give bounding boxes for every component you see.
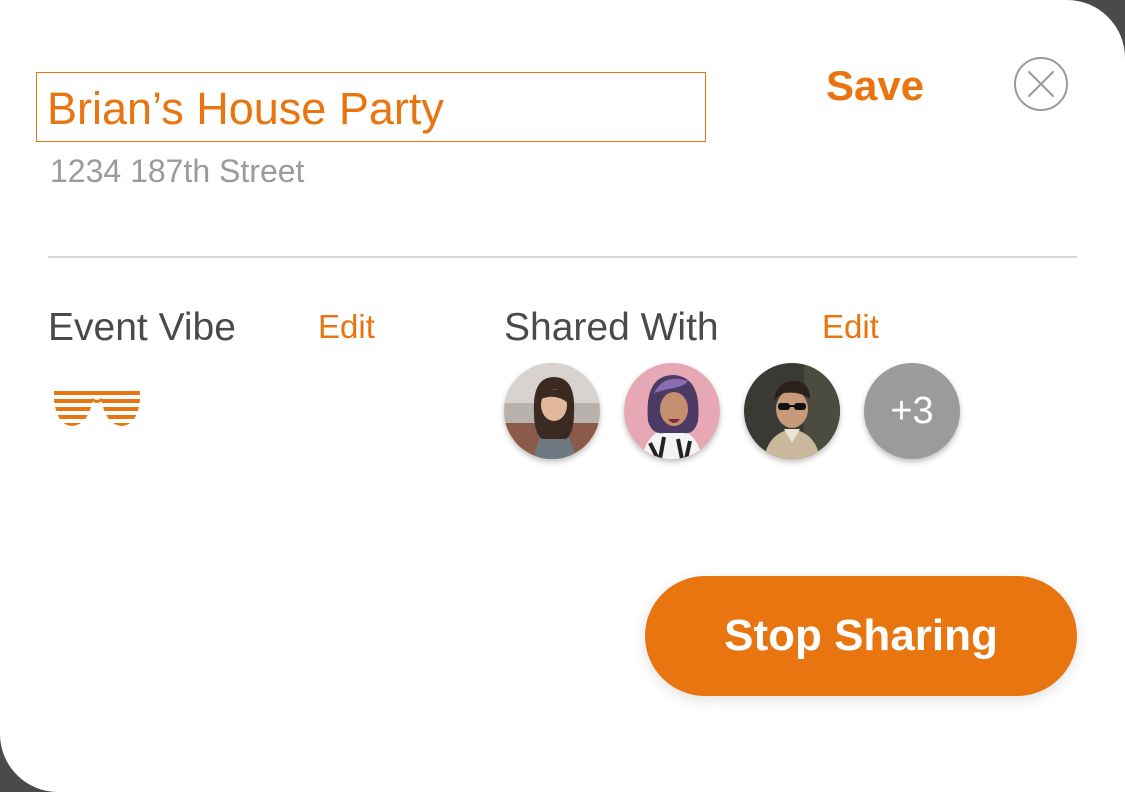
divider <box>48 256 1077 258</box>
event-vibe-label: Event Vibe <box>48 306 236 349</box>
event-title-text: Brian’s House Party <box>47 83 444 134</box>
avatar-shared-1[interactable] <box>504 363 600 459</box>
close-icon[interactable] <box>1013 56 1069 112</box>
save-button[interactable]: Save <box>826 62 924 110</box>
background-frame: Brian’s House Party 1234 187th Street Sa… <box>0 0 1125 792</box>
avatar-shared-2[interactable] <box>624 363 720 459</box>
shutter-shades-icon <box>52 388 142 432</box>
stop-sharing-button[interactable]: Stop Sharing <box>645 576 1077 696</box>
event-address: 1234 187th Street <box>50 153 305 189</box>
more-shared-badge[interactable]: +3 <box>864 363 960 459</box>
shared-with-label: Shared With <box>504 306 719 349</box>
edit-shared-link[interactable]: Edit <box>822 308 879 346</box>
avatar-shared-3[interactable] <box>744 363 840 459</box>
event-title-field[interactable]: Brian’s House Party <box>36 72 706 142</box>
event-share-card: Brian’s House Party 1234 187th Street Sa… <box>0 0 1125 792</box>
edit-vibe-link[interactable]: Edit <box>318 308 375 346</box>
